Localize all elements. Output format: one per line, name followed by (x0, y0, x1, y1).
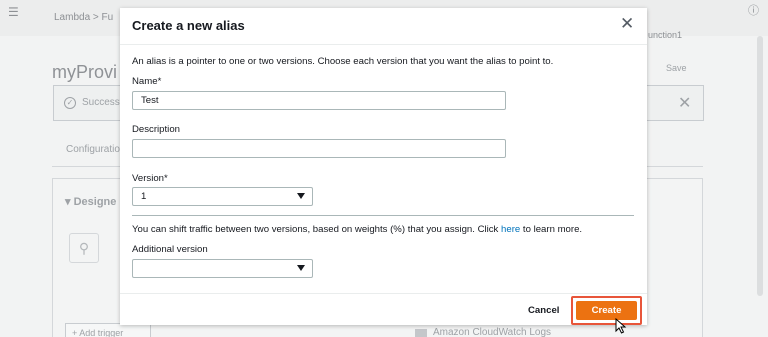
version-select[interactable]: 1 (132, 187, 313, 206)
page-title: myProvi (52, 62, 118, 82)
save-button[interactable]: Save (666, 63, 687, 73)
cloudwatch-logs-label: Amazon CloudWatch Logs (433, 327, 552, 337)
description-input[interactable] (132, 139, 506, 158)
function-node-icon[interactable]: ⚲ (69, 233, 99, 263)
name-input[interactable] (132, 91, 506, 110)
traffic-text-after: to learn more. (520, 224, 583, 235)
flash-close-icon[interactable]: ✕ (678, 93, 691, 113)
description-label: Description (132, 124, 180, 135)
mouse-cursor-icon (615, 318, 627, 334)
create-button[interactable]: Create (576, 301, 637, 320)
tab-configuration[interactable]: Configuratio (66, 144, 120, 155)
check-circle-icon: ✓ (64, 97, 76, 109)
create-alias-modal: Create a new alias ✕ An alias is a point… (120, 8, 647, 325)
modal-header: Create a new alias ✕ (120, 8, 647, 45)
close-icon[interactable]: ✕ (620, 14, 634, 34)
section-divider (132, 215, 634, 216)
traffic-text-before: You can shift traffic between two versio… (132, 224, 502, 235)
additional-version-label: Additional version (132, 244, 208, 255)
page-scrollbar[interactable] (757, 36, 763, 296)
info-icon[interactable]: ⓘ (748, 2, 759, 18)
designer-title-text: Designe (73, 196, 117, 208)
designer-title[interactable]: ▾ Designe (65, 195, 116, 208)
traffic-shift-text: You can shift traffic between two versio… (132, 224, 582, 235)
caret-down-icon (297, 265, 305, 271)
version-select-value: 1 (141, 191, 147, 202)
cloudwatch-logs-icon (415, 329, 427, 337)
modal-title: Create a new alias (132, 18, 245, 33)
additional-version-select[interactable] (132, 259, 313, 278)
hamburger-menu-icon[interactable]: ☰ (8, 5, 19, 19)
name-label: Name* (132, 76, 162, 87)
breadcrumb[interactable]: Lambda > Fu (54, 12, 113, 23)
add-trigger-button[interactable]: + Add trigger (65, 323, 151, 337)
cancel-button[interactable]: Cancel (528, 305, 559, 316)
modal-footer-divider (120, 293, 647, 294)
intro-text: An alias is a pointer to one or two vers… (132, 56, 554, 67)
caret-down-icon (297, 193, 305, 199)
function-name-fragment: unction1 (648, 30, 683, 40)
version-label: Version* (132, 173, 168, 184)
learn-more-link[interactable]: here (501, 224, 520, 235)
